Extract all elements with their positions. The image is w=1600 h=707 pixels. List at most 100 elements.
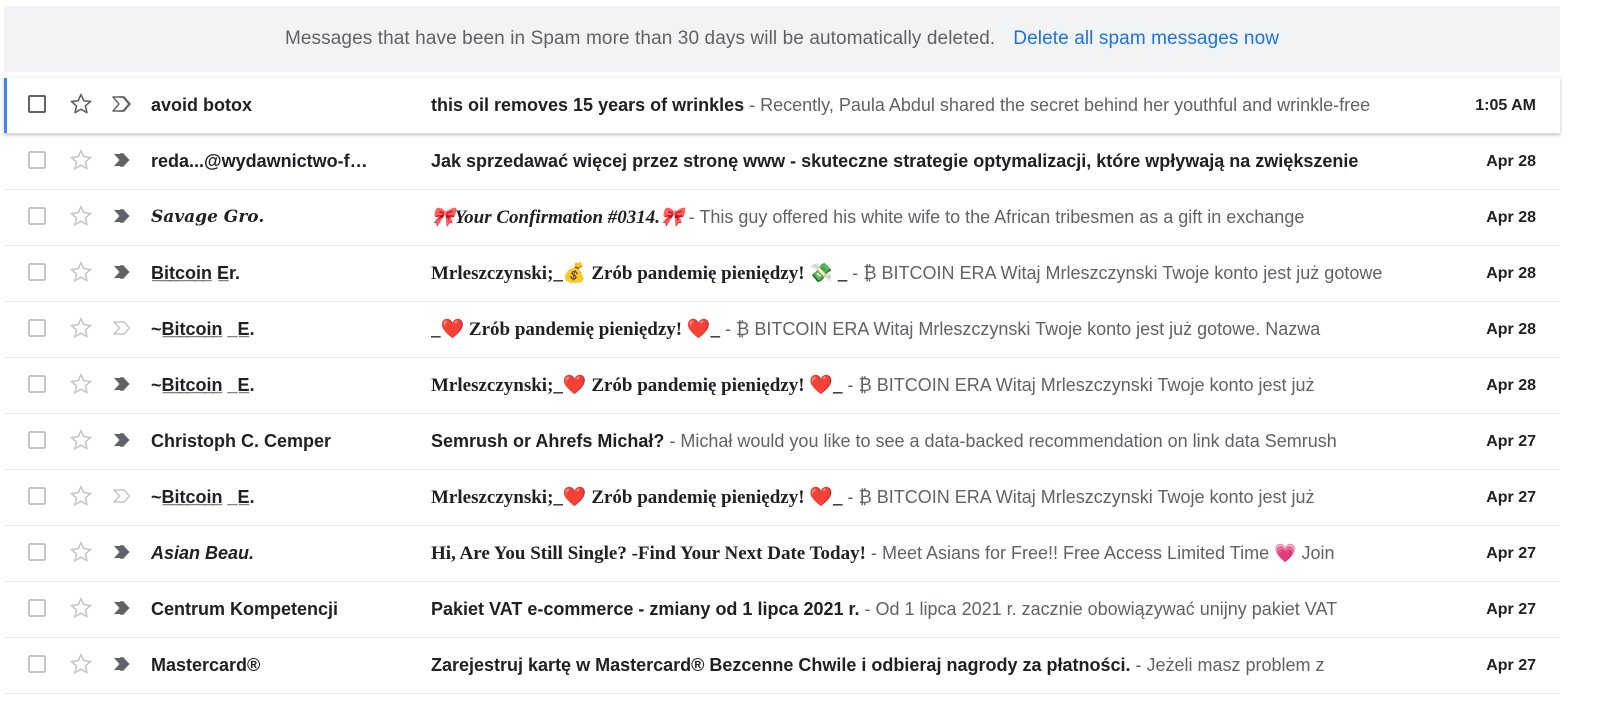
checkbox-icon[interactable] [28, 655, 46, 673]
email-row[interactable]: Centrum Kompetencji Pakiet VAT e-commerc… [4, 582, 1560, 638]
checkbox-icon[interactable] [28, 431, 46, 449]
email-subject: Mrleszczynski;_💰 Zrób pandemię pieniędzy… [431, 263, 848, 284]
email-date: Apr 27 [1486, 545, 1536, 562]
star-icon[interactable] [68, 483, 94, 509]
email-sender: ~B̲i̲t̲c̲o̲i̲n̲ _E̲. [151, 319, 255, 339]
email-content: Zarejestruj kartę w Mastercard® Bezcenne… [431, 638, 1409, 693]
email-subject: Mrleszczynski;_❤️ Zrób pandemię pieniędz… [431, 487, 843, 508]
email-sender: Mastercard® [151, 655, 261, 675]
delete-all-spam-link[interactable]: Delete all spam messages now [1013, 28, 1279, 50]
checkbox-icon[interactable] [28, 207, 46, 225]
checkbox-icon[interactable] [28, 375, 46, 393]
email-content: Mrleszczynski;_💰 Zrób pandemię pieniędzy… [431, 246, 1409, 301]
email-row[interactable]: Asian Beau. Hi, Are You Still Single? -F… [4, 526, 1560, 582]
email-date: Apr 28 [1486, 153, 1536, 170]
star-icon[interactable] [68, 91, 94, 117]
email-subject: _❤️ Zrób pandemię pieniędzy! ❤️_ [431, 319, 721, 340]
email-sender: Christoph C. Cemper [151, 431, 332, 451]
email-date: Apr 28 [1486, 321, 1536, 338]
important-marker-icon[interactable] [111, 207, 135, 225]
email-row[interactable]: Mastercard® Zarejestruj kartę w Masterca… [4, 638, 1560, 694]
star-icon[interactable] [68, 259, 94, 285]
email-row[interactable]: reda...@wydawnictwo-f… Jak sprzedawać wi… [4, 134, 1560, 190]
email-date: Apr 28 [1486, 377, 1536, 394]
email-list: avoid botox this oil removes 15 years of… [4, 78, 1560, 694]
star-icon[interactable] [68, 595, 94, 621]
important-marker-icon[interactable] [111, 263, 135, 281]
email-snippet: - Od 1 lipca 2021 r. zacznie obowiązywać… [859, 599, 1338, 619]
checkbox-icon[interactable] [28, 151, 46, 169]
email-snippet: - Meet Asians for Free!! Free Access Lim… [865, 543, 1335, 563]
important-marker-icon[interactable] [111, 655, 135, 673]
email-snippet: - Recently, Paula Abdul shared the secre… [744, 95, 1371, 115]
important-marker-icon[interactable] [111, 95, 135, 113]
email-row[interactable]: B̲i̲t̲c̲o̲i̲n̲ E̲r. Mrleszczynski;_💰 Zró… [4, 246, 1560, 302]
star-icon[interactable] [68, 203, 94, 229]
not-important-marker-icon[interactable] [111, 319, 135, 337]
email-content: this oil removes 15 years of wrinkles - … [431, 78, 1409, 133]
email-date: Apr 27 [1486, 601, 1536, 618]
email-content: Semrush or Ahrefs Michał? - Michał would… [431, 414, 1409, 469]
important-marker-icon[interactable] [111, 431, 135, 449]
star-icon[interactable] [68, 427, 94, 453]
email-content: Hi, Are You Still Single? -Find Your Nex… [431, 526, 1409, 581]
email-sender: ~B̲i̲t̲c̲o̲i̲n̲ _E̲. [151, 487, 255, 507]
checkbox-icon[interactable] [28, 95, 46, 113]
email-content: 🎀Your Confirmation #0314.🎀 - This guy of… [431, 190, 1409, 245]
email-content: Jak sprzedawać więcej przez stronę www -… [431, 134, 1409, 189]
email-subject: Mrleszczynski;_❤️ Zrób pandemię pieniędz… [431, 375, 843, 396]
email-sender: Asian Beau. [151, 543, 255, 563]
star-icon[interactable] [68, 651, 94, 677]
email-content: Mrleszczynski;_❤️ Zrób pandemię pieniędz… [431, 470, 1409, 525]
email-sender: reda...@wydawnictwo-f… [151, 151, 368, 171]
email-date: Apr 27 [1486, 657, 1536, 674]
star-icon[interactable] [68, 539, 94, 565]
email-subject: this oil removes 15 years of wrinkles [431, 95, 745, 115]
checkbox-icon[interactable] [28, 263, 46, 281]
spam-notice-text: Messages that have been in Spam more tha… [284, 28, 996, 49]
email-snippet: - ₿ BITCOIN ERA Witaj Mrleszczynski Twoj… [847, 263, 1383, 283]
not-important-marker-icon[interactable] [111, 487, 135, 505]
email-row[interactable]: Savage Gro. 🎀Your Confirmation #0314.🎀 -… [4, 190, 1560, 246]
important-marker-icon[interactable] [111, 543, 135, 561]
star-icon[interactable] [68, 371, 94, 397]
checkbox-icon[interactable] [28, 543, 46, 561]
email-snippet: - This guy offered his white wife to the… [683, 207, 1305, 227]
email-date: Apr 27 [1486, 489, 1536, 506]
important-marker-icon[interactable] [111, 151, 135, 169]
email-row[interactable]: Christoph C. Cemper Semrush or Ahrefs Mi… [4, 414, 1560, 470]
email-snippet: - ₿ BITCOIN ERA Witaj Mrleszczynski Twoj… [720, 319, 1321, 339]
email-sender: avoid botox [151, 95, 253, 115]
important-marker-icon[interactable] [111, 375, 135, 393]
email-snippet: - ₿ BITCOIN ERA Witaj Mrleszczynski Twoj… [842, 375, 1315, 395]
email-row[interactable]: ~B̲i̲t̲c̲o̲i̲n̲ _E̲. Mrleszczynski;_❤️ Z… [4, 470, 1560, 526]
email-content: _❤️ Zrób pandemię pieniędzy! ❤️_ - ₿ BIT… [431, 302, 1409, 357]
email-snippet: - Jeżeli masz problem z [1130, 655, 1325, 675]
email-snippet: - Michał would you like to see a data-ba… [664, 431, 1337, 451]
email-row[interactable]: ~B̲i̲t̲c̲o̲i̲n̲ _E̲. Mrleszczynski;_❤️ Z… [4, 358, 1560, 414]
spam-banner: Messages that have been in Spam more tha… [4, 6, 1560, 72]
email-subject: Zarejestruj kartę w Mastercard® Bezcenne… [431, 655, 1131, 675]
important-marker-icon[interactable] [111, 599, 135, 617]
email-content: Pakiet VAT e-commerce - zmiany od 1 lipc… [431, 582, 1409, 637]
email-date: 1:05 AM [1475, 97, 1536, 114]
email-sender: Centrum Kompetencji [151, 599, 339, 619]
checkbox-icon[interactable] [28, 599, 46, 617]
checkbox-icon[interactable] [28, 319, 46, 337]
email-content: Mrleszczynski;_❤️ Zrób pandemię pieniędz… [431, 358, 1409, 413]
email-subject: Jak sprzedawać więcej przez stronę www -… [431, 151, 1359, 171]
email-date: Apr 28 [1486, 209, 1536, 226]
email-subject: Semrush or Ahrefs Michał? [431, 431, 665, 451]
email-sender: Savage Gro. [151, 207, 265, 227]
email-row[interactable]: avoid botox this oil removes 15 years of… [4, 78, 1560, 134]
star-icon[interactable] [68, 315, 94, 341]
email-subject: 🎀Your Confirmation #0314.🎀 [431, 207, 684, 228]
checkbox-icon[interactable] [28, 487, 46, 505]
email-subject: Pakiet VAT e-commerce - zmiany od 1 lipc… [431, 599, 860, 619]
email-date: Apr 27 [1486, 433, 1536, 450]
star-icon[interactable] [68, 147, 94, 173]
email-row[interactable]: ~B̲i̲t̲c̲o̲i̲n̲ _E̲. _❤️ Zrób pandemię p… [4, 302, 1560, 358]
email-subject: Hi, Are You Still Single? -Find Your Nex… [431, 543, 866, 564]
email-sender: ~B̲i̲t̲c̲o̲i̲n̲ _E̲. [151, 375, 255, 395]
email-date: Apr 28 [1486, 265, 1536, 282]
